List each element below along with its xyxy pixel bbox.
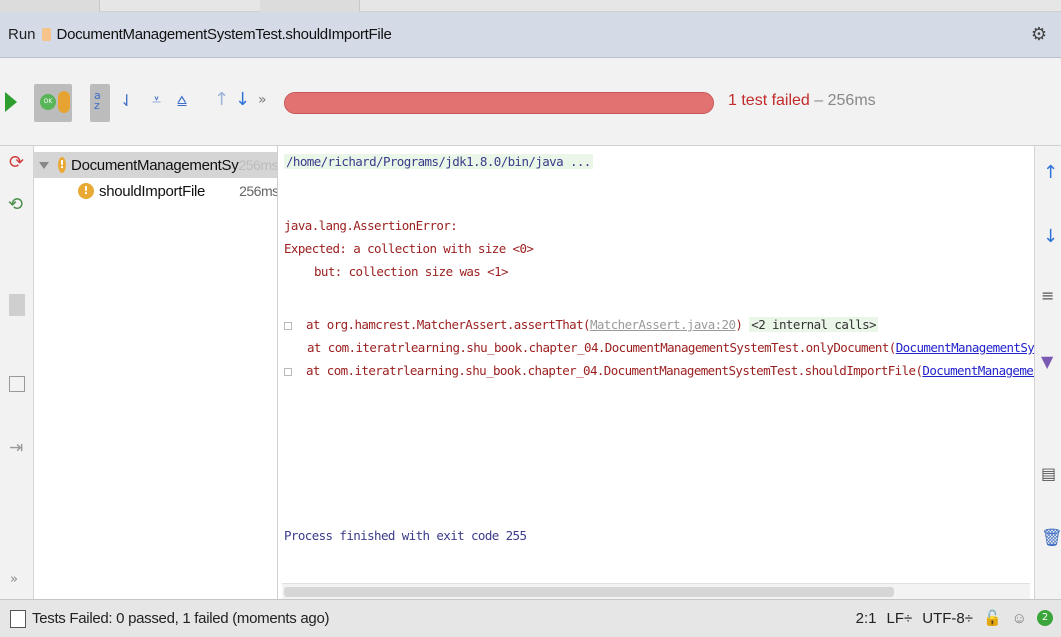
gear-icon[interactable]: ⚙ <box>1031 24 1047 45</box>
left-action-gutter: ⟳ ⟲ ⇥ » <box>0 146 34 599</box>
collapse-all-icon[interactable]: ⩠ <box>177 90 187 110</box>
horizontal-scrollbar[interactable] <box>282 583 1030 599</box>
status-message[interactable]: Tests Failed: 0 passed, 1 failed (moment… <box>32 610 329 627</box>
file-encoding[interactable]: UTF-8÷ <box>922 610 973 627</box>
console-output[interactable]: /home/richard/Programs/jdk1.8.0/bin/java… <box>278 146 1034 599</box>
internal-calls[interactable]: <2 internal calls> <box>749 317 878 332</box>
camera-icon[interactable] <box>9 376 25 392</box>
toggle-tool-windows-icon[interactable] <box>10 609 26 628</box>
run-config-tab[interactable]: DocumentManagementSystemTest.shouldImpor… <box>57 26 392 43</box>
test-status-text: 1 test failed – 256ms <box>728 92 876 110</box>
down-stack-icon[interactable]: ↓ <box>1043 226 1058 247</box>
test-config-icon <box>41 28 51 41</box>
right-action-gutter: ↑ ↓ ≡ ▼ ▤ 🗑 <box>1034 146 1061 599</box>
tree-row-child[interactable]: ! shouldImportFile 256ms <box>78 178 278 204</box>
line-separator[interactable]: LF÷ <box>887 610 913 627</box>
lock-icon[interactable]: 🔓 <box>983 609 1002 627</box>
status-bar: Tests Failed: 0 passed, 1 failed (moment… <box>0 599 1061 637</box>
fold-icon[interactable] <box>284 321 292 330</box>
console-but: but: collection size was <1> <box>314 264 509 279</box>
test-failed-icon: ! <box>58 157 67 173</box>
st2-prefix: at com.iteratrlearning.shu_book.chapter_… <box>307 340 896 355</box>
run-tool-window-header: Run DocumentManagementSystemTest.shouldI… <box>0 12 1061 58</box>
status-sep: – <box>809 92 828 109</box>
status-failed: 1 test failed <box>728 92 810 109</box>
scroll-thumb[interactable] <box>284 587 894 597</box>
trash-icon[interactable]: 🗑 <box>1041 528 1061 548</box>
stack-line-3: at com.iteratrlearning.shu_book.chapter_… <box>284 363 1034 378</box>
stack-line-1: at org.hamcrest.MatcherAssert.assertThat… <box>284 317 878 332</box>
previous-failed-icon[interactable]: ↑ <box>214 89 229 110</box>
test-progress-bar <box>284 92 714 114</box>
editor-tab[interactable] <box>260 0 360 12</box>
st1-suffix: ) <box>735 317 743 332</box>
expand-all-icon[interactable]: ⩡ <box>152 90 161 110</box>
editor-tab[interactable] <box>0 0 100 12</box>
tree-root-time: 256ms <box>238 157 278 173</box>
status-time: 256ms <box>827 92 876 109</box>
stack-line-2: at com.iteratrlearning.shu_book.chapter_… <box>307 340 1034 355</box>
console-error-type: java.lang.AssertionError: <box>284 218 458 233</box>
test-failed-icon: ! <box>78 183 94 199</box>
show-ignored-icon[interactable] <box>58 91 70 113</box>
up-stack-icon[interactable]: ↑ <box>1043 162 1058 183</box>
tree-row-root[interactable]: ! DocumentManagementSy 256ms <box>34 152 278 178</box>
print-icon[interactable]: ▤ <box>1041 464 1056 483</box>
tree-root-name: DocumentManagementSy <box>71 156 239 174</box>
stop-icon[interactable] <box>9 294 25 316</box>
tree-child-time: 256ms <box>239 183 278 199</box>
exit-icon[interactable]: ⇥ <box>9 438 23 458</box>
progress-fill <box>285 93 713 113</box>
soft-wrap-icon[interactable]: ≡ <box>1041 286 1054 305</box>
st1-link[interactable]: MatcherAssert.java:20 <box>590 317 736 332</box>
sort-by-duration-icon[interactable]: ⇃ <box>120 91 133 110</box>
test-results-tree: ! DocumentManagementSy 256ms ! shouldImp… <box>34 146 278 599</box>
st2-link[interactable]: DocumentManagementSystemTest.jav <box>896 340 1034 355</box>
console-command[interactable]: /home/richard/Programs/jdk1.8.0/bin/java… <box>284 154 593 169</box>
fold-icon[interactable] <box>284 367 292 376</box>
more-actions-icon[interactable]: » <box>258 92 267 108</box>
caret-position[interactable]: 2:1 <box>856 610 877 627</box>
run-label: Run <box>8 26 36 43</box>
sort-alphabetically-icon[interactable]: az <box>94 90 101 111</box>
test-runner-toolbar: OK az ⇃ ⩡ ⩠ ↑ ↓ » 1 test failed – 256ms <box>0 58 1061 146</box>
rerun-play-icon[interactable] <box>5 92 17 112</box>
tree-child-name: shouldImportFile <box>99 182 206 200</box>
event-log-badge[interactable]: 2 <box>1037 610 1053 626</box>
editor-tab-strip <box>0 0 1061 12</box>
st3-prefix: at com.iteratrlearning.shu_book.chapter_… <box>306 363 923 378</box>
show-passed-icon[interactable]: OK <box>40 94 56 110</box>
expand-arrow-icon[interactable] <box>39 161 49 169</box>
rerun-failed-icon[interactable]: ⟳ <box>9 152 24 173</box>
st3-link[interactable]: DocumentManagementSystemTest <box>922 363 1034 378</box>
more-gutter-icon[interactable]: » <box>10 572 18 587</box>
toggle-autotest-icon[interactable]: ⟲ <box>8 194 23 215</box>
scroll-to-end-icon[interactable]: ▼ <box>1041 352 1053 371</box>
status-widgets: 2:1 LF÷ UTF-8÷ 🔓 ☺ 2 <box>846 609 1053 627</box>
st1-prefix: at org.hamcrest.MatcherAssert.assertThat… <box>306 317 591 332</box>
inspector-icon[interactable]: ☺ <box>1012 610 1027 627</box>
console-expected: Expected: a collection with size <0> <box>284 241 534 256</box>
next-failed-icon[interactable]: ↓ <box>235 89 250 110</box>
process-finished: Process finished with exit code 255 <box>284 528 527 543</box>
